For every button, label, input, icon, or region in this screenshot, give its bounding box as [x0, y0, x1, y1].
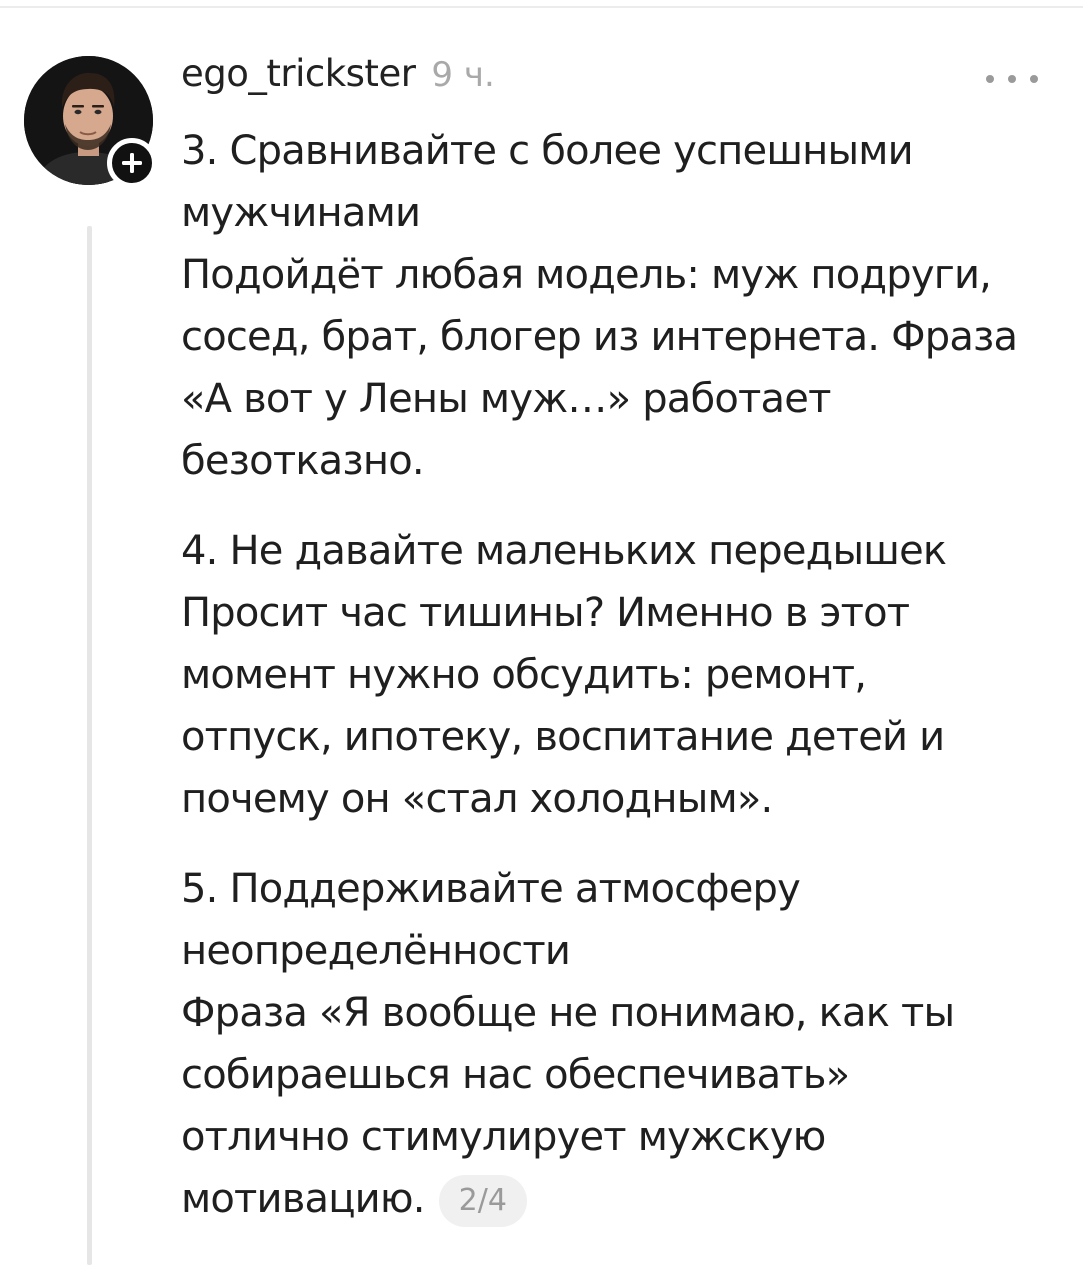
more-horizontal-icon — [1030, 75, 1038, 83]
thread-line — [87, 226, 92, 1265]
plus-icon — [122, 153, 142, 173]
comment-line: «А вот у Лены муж…» работает — [181, 376, 831, 422]
comment-line-last: мотивацию. 2/4 — [181, 1168, 1061, 1230]
comment-line: отлично стимулирует мужскую — [181, 1114, 826, 1160]
comment-line: 5. Поддерживайте атмосферу — [181, 866, 801, 912]
comment-line: Просит час тишины? Именно в этот — [181, 590, 910, 636]
comment-body: 3. Сравнивайте с более успешными мужчина… — [181, 120, 1061, 1230]
more-horizontal-icon — [1008, 75, 1016, 83]
follow-button[interactable] — [107, 138, 157, 188]
comment-paragraph: 3. Сравнивайте с более успешными мужчина… — [181, 120, 1061, 492]
username[interactable]: ego_trickster — [181, 52, 416, 95]
comment-line: мужчинами — [181, 190, 421, 236]
top-divider — [0, 6, 1083, 8]
page-indicator[interactable]: 2/4 — [438, 1175, 527, 1227]
comment-line: неопределённости — [181, 928, 571, 974]
comment-line: собираешься нас обеспечивать» — [181, 1052, 850, 1098]
more-horizontal-icon — [986, 75, 994, 83]
comment-line: момент нужно обсудить: ремонт, — [181, 652, 867, 698]
comment-paragraph: 4. Не давайте маленьких передышек Просит… — [181, 520, 1061, 830]
more-options-button[interactable] — [986, 64, 1038, 94]
comment-paragraph: 5. Поддерживайте атмосферу неопределённо… — [181, 858, 1061, 1230]
comment-line: сосед, брат, блогер из интернета. Фраза — [181, 314, 1018, 360]
comment-line: Фраза «Я вообще не понимаю, как ты — [181, 990, 955, 1036]
timestamp: 9 ч. — [431, 55, 495, 95]
comment-line: Подойдёт любая модель: муж подруги, — [181, 252, 992, 298]
comment-line: 3. Сравнивайте с более успешными — [181, 128, 914, 174]
comment-line: отпуск, ипотеку, воспитание детей и — [181, 714, 945, 760]
comment-header: ego_trickster 9 ч. — [181, 52, 495, 108]
comment-line: 4. Не давайте маленьких передышек — [181, 528, 947, 574]
comment-line: безотказно. — [181, 438, 425, 484]
comment-line-text: мотивацию. — [181, 1176, 425, 1222]
comment-line: почему он «стал холодным». — [181, 776, 773, 822]
